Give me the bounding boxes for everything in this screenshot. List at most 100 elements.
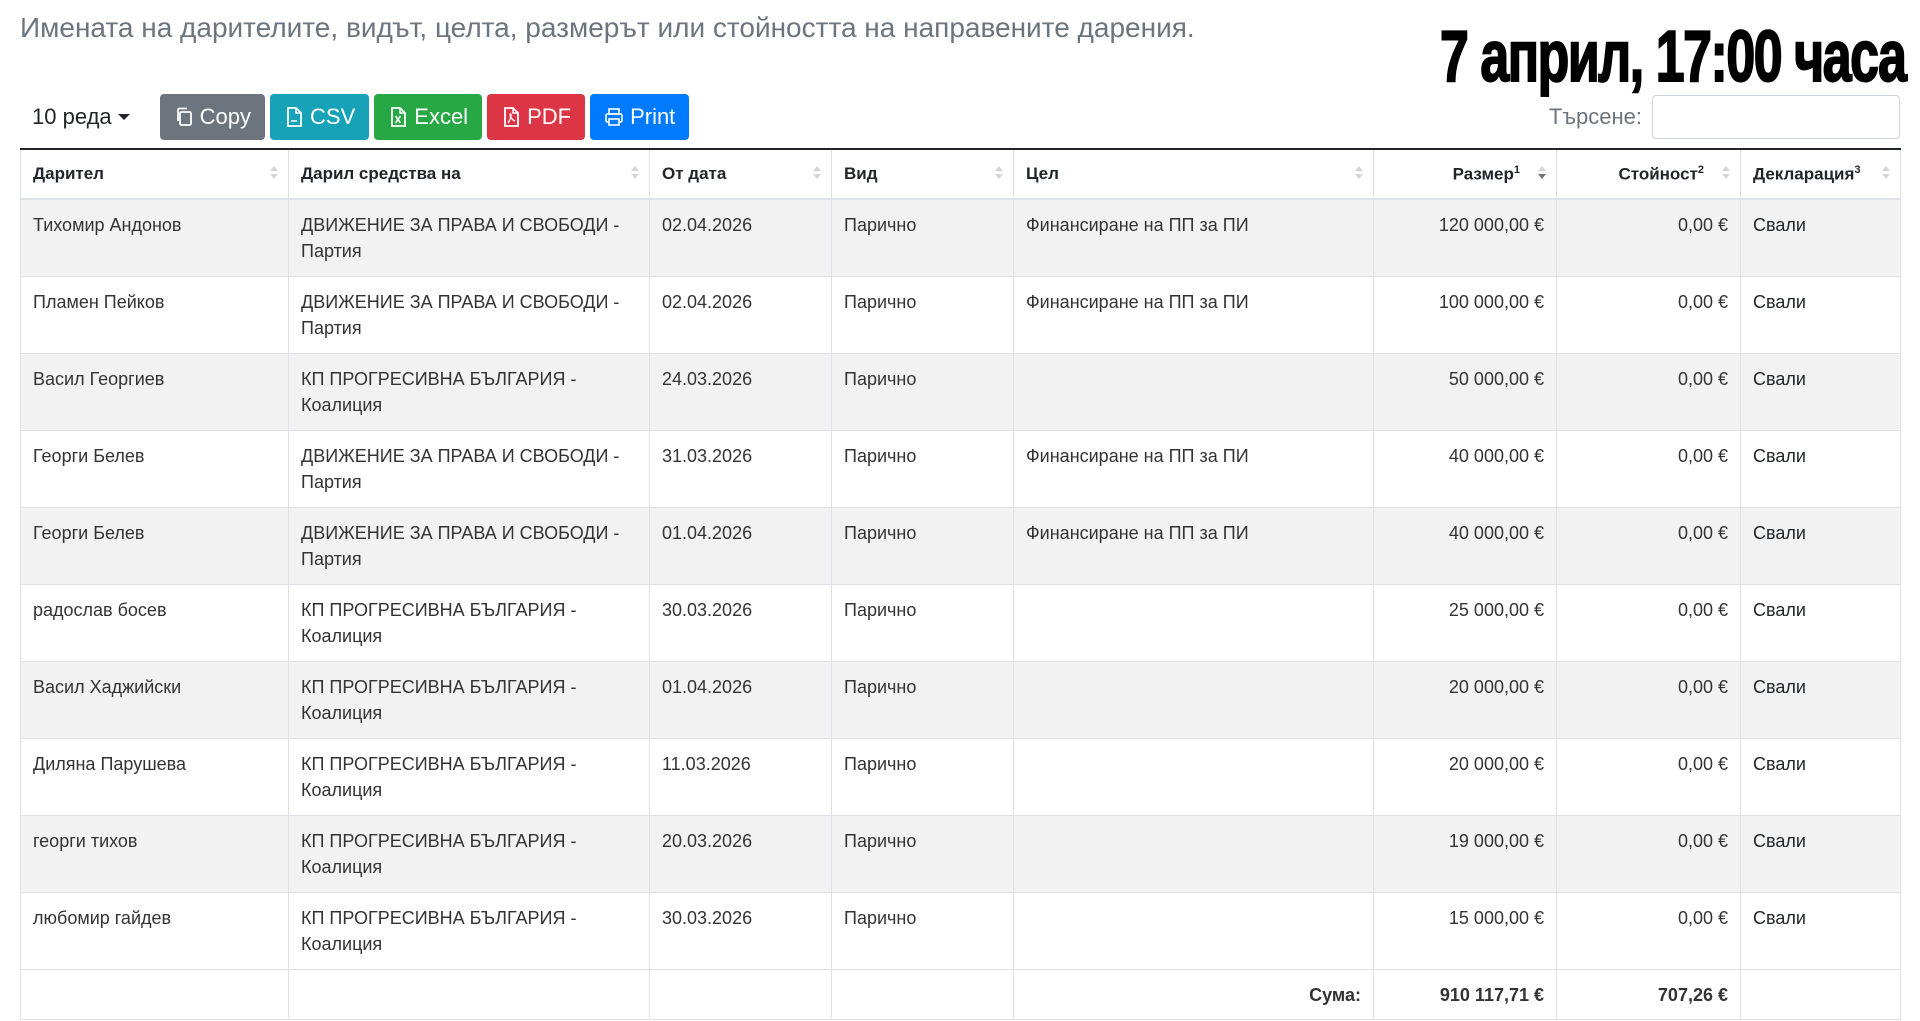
column-header-type[interactable]: Вид <box>831 148 1014 200</box>
declaration-download-link[interactable]: Свали <box>1740 814 1901 893</box>
date-cell: 24.03.2026 <box>649 352 832 431</box>
pdf-button-label: PDF <box>527 104 572 129</box>
footer-cell-empty <box>288 968 650 1020</box>
declaration-download-link[interactable]: Свали <box>1740 506 1901 585</box>
page-subtitle: Имената на дарителите, видът, целта, раз… <box>20 12 1195 43</box>
recipient-cell: КП ПРОГРЕСИВНА БЪЛГАРИЯ - Коалиция <box>288 814 650 893</box>
value-cell: 0,00 € <box>1556 583 1741 662</box>
column-header-amount[interactable]: Размер1 <box>1373 148 1557 200</box>
table-footer-row: Сума: 910 117,71 € 707,26 € <box>20 968 1901 1020</box>
value-cell: 0,00 € <box>1556 891 1741 970</box>
donations-table: Дарител Дарил средства на От дата Вид Це… <box>20 148 1901 1020</box>
table-row: георги тихов КП ПРОГРЕСИВНА БЪЛГАРИЯ - Ко… <box>20 814 1901 893</box>
value-cell: 0,00 € <box>1556 275 1741 354</box>
table-row: Георги Белев ДВИЖЕНИЕ ЗА ПРАВА И СВОБОДИ … <box>20 506 1901 585</box>
amount-cell: 25 000,00 € <box>1373 583 1557 662</box>
excel-button-label: Excel <box>414 104 469 129</box>
amount-cell: 19 000,00 € <box>1373 814 1557 893</box>
value-total: 707,26 € <box>1556 968 1741 1020</box>
date-cell: 01.04.2026 <box>649 660 832 739</box>
declaration-download-link[interactable]: Свали <box>1740 429 1901 508</box>
search-label: Търсене: <box>1548 104 1642 129</box>
purpose-cell <box>1013 737 1374 816</box>
date-cell: 01.04.2026 <box>649 506 832 585</box>
amount-cell: 100 000,00 € <box>1373 275 1557 354</box>
table-row: Георги Белев ДВИЖЕНИЕ ЗА ПРАВА И СВОБОДИ … <box>20 429 1901 508</box>
csv-button[interactable]: CSV <box>270 94 370 140</box>
date-cell: 11.03.2026 <box>649 737 832 816</box>
sort-desc-icon <box>1538 166 1546 184</box>
declaration-download-link[interactable]: Свали <box>1740 660 1901 739</box>
purpose-cell: Финансиране на ПП за ПИ <box>1013 198 1374 277</box>
column-header-purpose[interactable]: Цел <box>1013 148 1374 200</box>
purpose-cell <box>1013 660 1374 739</box>
page-length-dropdown[interactable]: 10 реда <box>20 104 142 130</box>
recipient-cell: ДВИЖЕНИЕ ЗА ПРАВА И СВОБОДИ - Партия <box>288 198 650 277</box>
type-cell: Парично <box>831 275 1014 354</box>
purpose-cell <box>1013 352 1374 431</box>
sort-icon <box>813 166 821 184</box>
declaration-download-link[interactable]: Свали <box>1740 198 1901 277</box>
purpose-cell: Финансиране на ПП за ПИ <box>1013 429 1374 508</box>
donor-cell: Тихомир Андонов <box>20 198 289 277</box>
table-row: Пламен Пейков ДВИЖЕНИЕ ЗА ПРАВА И СВОБОДИ… <box>20 275 1901 354</box>
column-header-declaration-label: Декларация <box>1753 164 1855 184</box>
excel-button[interactable]: Excel <box>374 94 483 140</box>
search-input[interactable] <box>1652 95 1900 139</box>
declaration-download-link[interactable]: Свали <box>1740 275 1901 354</box>
sort-icon <box>270 166 278 184</box>
recipient-cell: КП ПРОГРЕСИВНА БЪЛГАРИЯ - Коалиция <box>288 891 650 970</box>
pdf-file-icon <box>504 107 519 127</box>
column-header-value[interactable]: Стойност2 <box>1556 148 1741 200</box>
amount-cell: 15 000,00 € <box>1373 891 1557 970</box>
declaration-download-link[interactable]: Свали <box>1740 352 1901 431</box>
print-button-label: Print <box>630 104 676 129</box>
date-cell: 30.03.2026 <box>649 583 832 662</box>
declaration-download-link[interactable]: Свали <box>1740 891 1901 970</box>
sort-icon <box>1722 166 1730 184</box>
column-header-date[interactable]: От дата <box>649 148 832 200</box>
value-cell: 0,00 € <box>1556 814 1741 893</box>
donor-cell: Диляна Парушева <box>20 737 289 816</box>
amount-cell: 120 000,00 € <box>1373 198 1557 277</box>
declaration-download-link[interactable]: Свали <box>1740 737 1901 816</box>
column-header-amount-label: Размер <box>1452 164 1514 184</box>
print-button[interactable]: Print <box>590 94 690 140</box>
csv-file-icon <box>287 107 302 127</box>
donor-cell: георги тихов <box>20 814 289 893</box>
amount-cell: 40 000,00 € <box>1373 506 1557 585</box>
overlay-date-caption: 7 април, 17:00 часа <box>1440 16 1908 98</box>
recipient-cell: КП ПРОГРЕСИВНА БЪЛГАРИЯ - Коалиция <box>288 737 650 816</box>
table-row: Васил Хаджийски КП ПРОГРЕСИВНА БЪЛГАРИЯ -… <box>20 660 1901 739</box>
value-cell: 0,00 € <box>1556 198 1741 277</box>
recipient-cell: КП ПРОГРЕСИВНА БЪЛГАРИЯ - Коалиция <box>288 660 650 739</box>
excel-file-icon <box>391 107 407 127</box>
pdf-button[interactable]: PDF <box>487 94 586 140</box>
table-row: Тихомир Андонов ДВИЖЕНИЕ ЗА ПРАВА И СВОБО… <box>20 198 1901 277</box>
column-header-recipient[interactable]: Дарил средства на <box>288 148 650 200</box>
table-body: Тихомир Андонов ДВИЖЕНИЕ ЗА ПРАВА И СВОБО… <box>20 198 1901 970</box>
column-header-donor[interactable]: Дарител <box>20 148 289 200</box>
declaration-download-link[interactable]: Свали <box>1740 583 1901 662</box>
date-cell: 20.03.2026 <box>649 814 832 893</box>
type-cell: Парично <box>831 506 1014 585</box>
table-header-row: Дарител Дарил средства на От дата Вид Це… <box>20 148 1901 200</box>
recipient-cell: ДВИЖЕНИЕ ЗА ПРАВА И СВОБОДИ - Партия <box>288 506 650 585</box>
copy-button[interactable]: Copy <box>159 94 266 140</box>
date-cell: 30.03.2026 <box>649 891 832 970</box>
purpose-cell: Финансиране на ПП за ПИ <box>1013 275 1374 354</box>
table-toolbar: 10 реда Copy CSV Excel PDF Print <box>20 94 694 140</box>
footer-cell-empty <box>1740 968 1901 1020</box>
csv-button-label: CSV <box>310 104 356 129</box>
sort-icon <box>995 166 1003 184</box>
donor-cell: Васил Хаджийски <box>20 660 289 739</box>
column-header-declaration[interactable]: Декларация3 <box>1740 148 1901 200</box>
amount-cell: 40 000,00 € <box>1373 429 1557 508</box>
table-row: радослав босев КП ПРОГРЕСИВНА БЪЛГАРИЯ - … <box>20 583 1901 662</box>
column-header-purpose-label: Цел <box>1026 164 1059 183</box>
date-cell: 02.04.2026 <box>649 275 832 354</box>
printer-icon <box>605 108 623 126</box>
recipient-cell: КП ПРОГРЕСИВНА БЪЛГАРИЯ - Коалиция <box>288 583 650 662</box>
footnote-marker: 2 <box>1697 163 1704 176</box>
footer-cell-empty <box>20 968 289 1020</box>
